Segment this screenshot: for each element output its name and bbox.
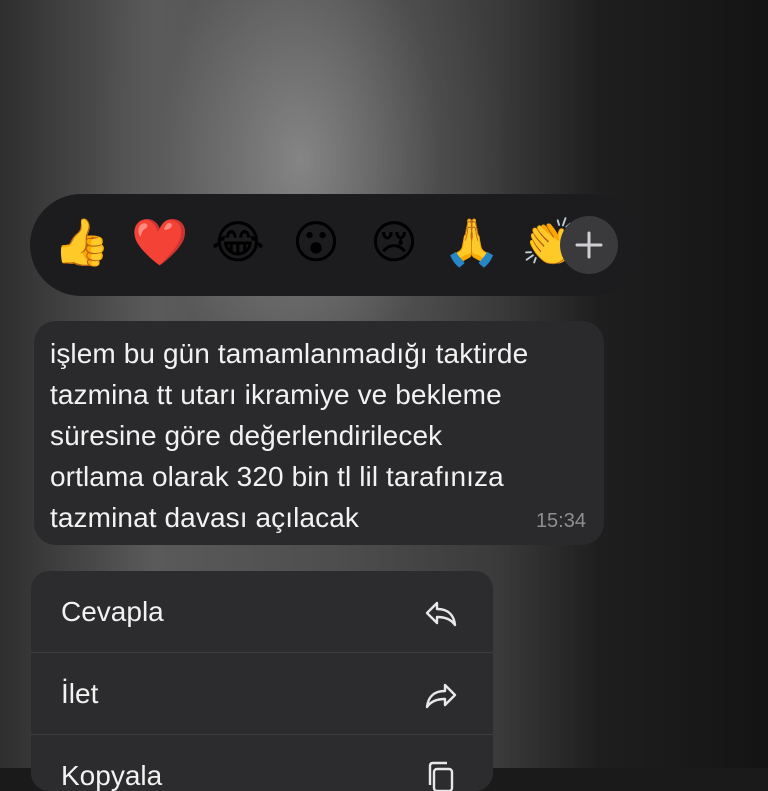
more-reactions-button[interactable]: [560, 216, 618, 274]
forward-icon: [423, 677, 459, 713]
menu-item-reply[interactable]: Cevapla: [31, 571, 493, 653]
message-text: işlem bu gün tamamlanmadığı taktirde taz…: [50, 333, 586, 538]
menu-item-forward[interactable]: İlet: [31, 653, 493, 735]
reaction-bar: 👍 ❤️ 😂 😮 😢 🙏 👏: [30, 194, 642, 296]
crying-reaction[interactable]: 😢: [364, 212, 424, 272]
menu-item-label: İlet: [61, 678, 98, 710]
surprised-reaction[interactable]: 😮: [286, 212, 346, 272]
thumbs-up-reaction[interactable]: 👍: [52, 212, 112, 272]
context-menu: Cevapla İlet Kopyala: [31, 571, 493, 791]
plus-icon: [574, 230, 604, 260]
copy-icon: [423, 759, 459, 791]
red-heart-reaction[interactable]: ❤️: [130, 212, 190, 272]
message-bubble[interactable]: işlem bu gün tamamlanmadığı taktirde taz…: [34, 321, 604, 545]
reply-icon: [423, 595, 459, 631]
message-timestamp: 15:34: [536, 510, 586, 533]
folded-hands-reaction[interactable]: 🙏: [442, 212, 502, 272]
menu-item-label: Cevapla: [61, 596, 164, 628]
menu-item-label: Kopyala: [61, 760, 162, 791]
tears-of-joy-reaction[interactable]: 😂: [208, 212, 268, 272]
menu-item-copy[interactable]: Kopyala: [31, 735, 493, 791]
